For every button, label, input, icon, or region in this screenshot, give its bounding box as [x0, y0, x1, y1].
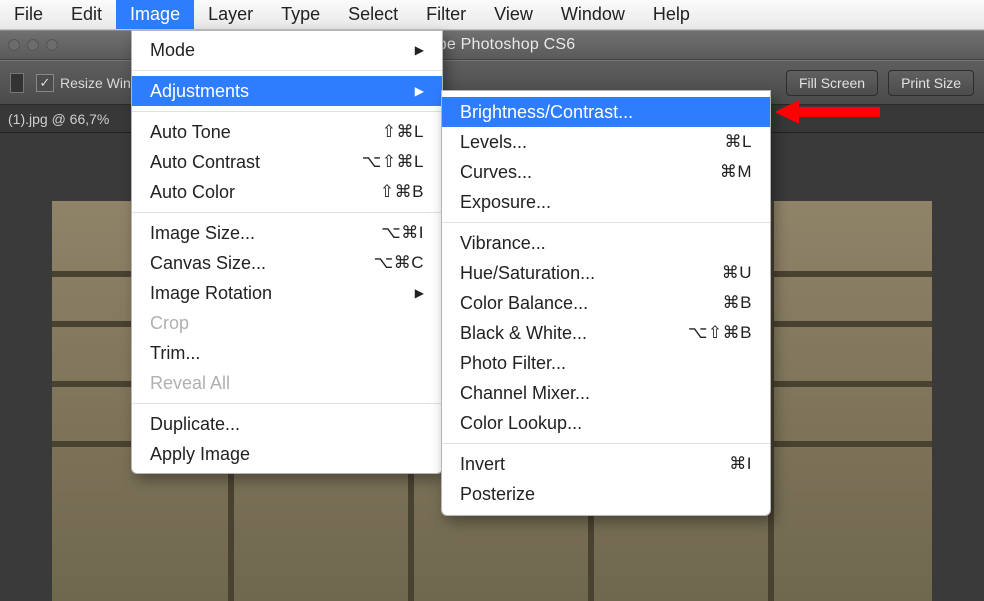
window-controls[interactable]	[8, 39, 58, 51]
menu-select[interactable]: Select	[334, 0, 412, 29]
image-menu-item-apply-image[interactable]: Apply Image	[132, 439, 442, 469]
adjustments-item-hue-saturation[interactable]: Hue/Saturation... ⌘U	[442, 258, 770, 288]
menu-shortcut: ⌘L	[725, 132, 752, 152]
image-menu-item-auto-contrast[interactable]: Auto Contrast ⌥⇧⌘L	[132, 147, 442, 177]
menu-item-label: Reveal All	[150, 373, 230, 394]
menu-item-label: Image Rotation	[150, 283, 272, 304]
adjustments-item-channel-mixer[interactable]: Channel Mixer...	[442, 378, 770, 408]
image-menu-separator	[132, 111, 442, 112]
image-menu-item-reveal-all: Reveal All	[132, 368, 442, 398]
menu-item-label: Mode	[150, 40, 195, 61]
menu-item-label: Apply Image	[150, 444, 250, 465]
menu-shortcut: ⇧⌘L	[382, 122, 424, 142]
document-tab[interactable]: (1).jpg @ 66,7%	[8, 111, 109, 127]
menu-item-label: Photo Filter...	[460, 353, 566, 374]
menu-item-label: Auto Color	[150, 182, 235, 203]
submenu-arrow-icon: ▶	[415, 84, 424, 98]
system-menubar: File Edit Image Layer Type Select Filter…	[0, 0, 984, 30]
annotation-arrow-icon	[775, 100, 880, 124]
image-menu-item-image-rotation[interactable]: Image Rotation ▶	[132, 278, 442, 308]
menu-item-label: Exposure...	[460, 192, 551, 213]
adjustments-item-photo-filter[interactable]: Photo Filter...	[442, 348, 770, 378]
menu-help[interactable]: Help	[639, 0, 704, 29]
menu-filter[interactable]: Filter	[412, 0, 480, 29]
image-menu-item-duplicate[interactable]: Duplicate...	[132, 409, 442, 439]
menu-shortcut: ⌘I	[729, 454, 752, 474]
menu-shortcut: ⌘B	[723, 293, 752, 313]
checkbox-icon[interactable]: ✓	[36, 74, 54, 92]
adjustments-item-exposure[interactable]: Exposure...	[442, 187, 770, 217]
submenu-arrow-icon: ▶	[415, 43, 424, 57]
image-menu-item-crop: Crop	[132, 308, 442, 338]
adjustments-item-color-balance[interactable]: Color Balance... ⌘B	[442, 288, 770, 318]
image-menu-item-auto-color[interactable]: Auto Color ⇧⌘B	[132, 177, 442, 207]
image-menu-separator	[132, 70, 442, 71]
close-window-icon[interactable]	[8, 39, 20, 51]
menu-item-label: Crop	[150, 313, 189, 334]
resize-windows-checkbox[interactable]: ✓ Resize Windo	[36, 74, 146, 92]
adjustments-item-posterize[interactable]: Posterize	[442, 479, 770, 509]
menu-item-label: Canvas Size...	[150, 253, 266, 274]
menu-image[interactable]: Image	[116, 0, 194, 29]
menu-item-label: Adjustments	[150, 81, 249, 102]
menu-shortcut: ⌥⌘C	[374, 253, 424, 273]
image-menu-item-mode[interactable]: Mode ▶	[132, 35, 442, 65]
menu-item-label: Brightness/Contrast...	[460, 102, 633, 123]
menu-shortcut: ⌥⇧⌘L	[362, 152, 424, 172]
menu-item-label: Auto Tone	[150, 122, 231, 143]
adjustments-item-invert[interactable]: Invert ⌘I	[442, 449, 770, 479]
fill-screen-button[interactable]: Fill Screen	[786, 70, 878, 96]
menu-window[interactable]: Window	[547, 0, 639, 29]
adjustments-item-black-white[interactable]: Black & White... ⌥⇧⌘B	[442, 318, 770, 348]
menu-item-label: Color Lookup...	[460, 413, 582, 434]
image-menu-item-canvas-size[interactable]: Canvas Size... ⌥⌘C	[132, 248, 442, 278]
menu-item-label: Duplicate...	[150, 414, 240, 435]
menu-item-label: Levels...	[460, 132, 527, 153]
menu-item-label: Curves...	[460, 162, 532, 183]
image-menu-separator	[132, 212, 442, 213]
image-menu-item-auto-tone[interactable]: Auto Tone ⇧⌘L	[132, 117, 442, 147]
print-size-button[interactable]: Print Size	[888, 70, 974, 96]
menu-type[interactable]: Type	[267, 0, 334, 29]
adjustments-separator	[442, 443, 770, 444]
image-menu-item-trim[interactable]: Trim...	[132, 338, 442, 368]
menu-file[interactable]: File	[0, 0, 57, 29]
menu-shortcut: ⌘M	[720, 162, 752, 182]
menu-shortcut: ⇧⌘B	[380, 182, 424, 202]
menu-shortcut: ⌘U	[722, 263, 752, 283]
adjustments-item-vibrance[interactable]: Vibrance...	[442, 228, 770, 258]
minimize-window-icon[interactable]	[27, 39, 39, 51]
menu-item-label: Invert	[460, 454, 505, 475]
menu-shortcut: ⌥⌘I	[381, 223, 424, 243]
menu-item-label: Vibrance...	[460, 233, 546, 254]
zoom-window-icon[interactable]	[46, 39, 58, 51]
adjustments-item-brightness-contrast[interactable]: Brightness/Contrast...	[442, 97, 770, 127]
adjustments-item-curves[interactable]: Curves... ⌘M	[442, 157, 770, 187]
submenu-arrow-icon: ▶	[415, 286, 424, 300]
image-menu-item-image-size[interactable]: Image Size... ⌥⌘I	[132, 218, 442, 248]
menu-item-label: Image Size...	[150, 223, 255, 244]
image-menu-item-adjustments[interactable]: Adjustments ▶	[132, 76, 442, 106]
menu-item-label: Trim...	[150, 343, 200, 364]
menu-item-label: Black & White...	[460, 323, 587, 344]
image-menu-separator	[132, 403, 442, 404]
menu-edit[interactable]: Edit	[57, 0, 116, 29]
menu-item-label: Channel Mixer...	[460, 383, 590, 404]
adjustments-separator	[442, 222, 770, 223]
menu-item-label: Auto Contrast	[150, 152, 260, 173]
menu-item-label: Hue/Saturation...	[460, 263, 595, 284]
menu-view[interactable]: View	[480, 0, 547, 29]
adjustments-submenu: Brightness/Contrast... Levels... ⌘L Curves.…	[441, 90, 771, 516]
image-menu-dropdown: Mode ▶ Adjustments ▶ Auto Tone ⇧⌘L Auto Contra…	[131, 30, 443, 474]
adjustments-item-color-lookup[interactable]: Color Lookup...	[442, 408, 770, 438]
menu-layer[interactable]: Layer	[194, 0, 267, 29]
tool-indicator-icon[interactable]	[10, 73, 24, 93]
menu-shortcut: ⌥⇧⌘B	[688, 323, 752, 343]
menu-item-label: Posterize	[460, 484, 535, 505]
adjustments-item-levels[interactable]: Levels... ⌘L	[442, 127, 770, 157]
menu-item-label: Color Balance...	[460, 293, 588, 314]
